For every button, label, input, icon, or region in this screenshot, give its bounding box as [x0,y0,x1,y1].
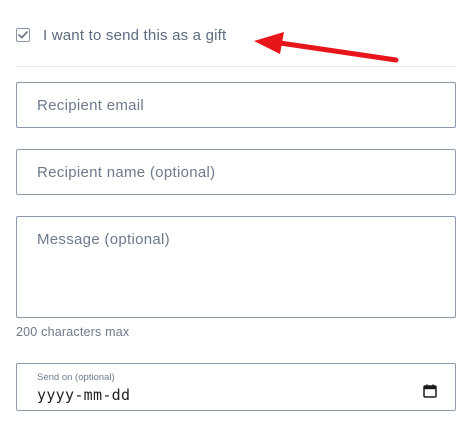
send-on-label: Send on (optional) [37,372,115,383]
recipient-email-input[interactable] [16,82,456,128]
send-on-date-field[interactable]: Send on (optional) yyyy-mm-dd [16,363,456,411]
gift-checkbox[interactable] [16,28,30,42]
message-textarea[interactable] [16,216,456,318]
annotation-arrow-icon [254,32,399,63]
message-character-limit: 200 characters max [16,325,130,339]
recipient-name-input[interactable] [16,149,456,195]
send-on-date-value[interactable]: yyyy-mm-dd [37,386,130,404]
check-icon [18,31,28,39]
gift-form: I want to send this as a gift 200 charac… [0,0,470,424]
gift-checkbox-label[interactable]: I want to send this as a gift [43,27,226,44]
divider [16,66,456,67]
calendar-icon[interactable] [423,384,437,398]
gift-option: I want to send this as a gift [16,24,226,46]
